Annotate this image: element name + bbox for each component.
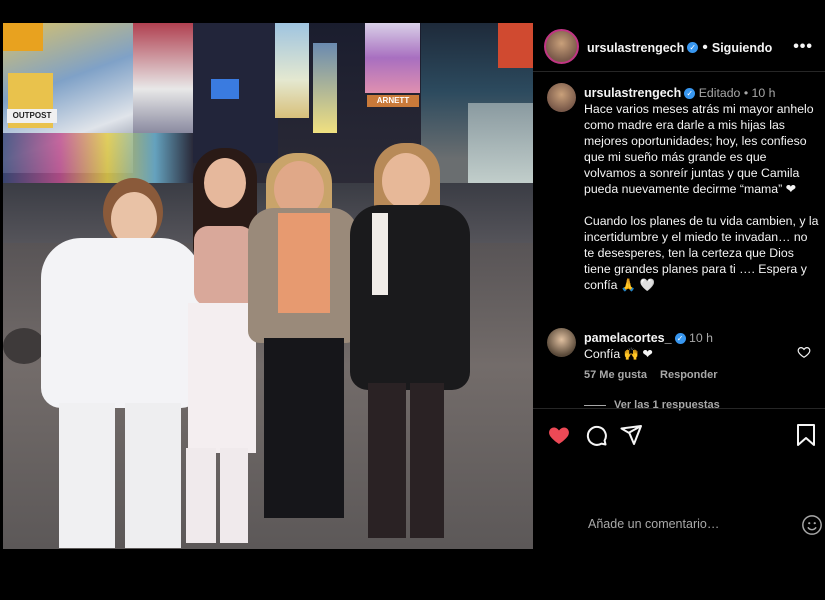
caption-time[interactable]: 10 h	[752, 86, 776, 100]
verified-icon: ✓	[684, 88, 696, 100]
person-black-coat	[350, 143, 470, 543]
caption-paragraph-2: Cuando los planes de tu vida cambien, y …	[584, 214, 819, 292]
billboard-right-top	[365, 23, 420, 93]
reply-button[interactable]: Responder	[660, 369, 717, 381]
billboard-mid	[275, 23, 309, 118]
more-options-icon[interactable]: •••	[793, 38, 813, 56]
billboard-far-right	[498, 23, 533, 68]
post-header: ursulastrengech ✓ • Siguiendo •••	[533, 23, 825, 72]
person-fur-coat	[248, 153, 358, 523]
billboard-mid2	[313, 43, 337, 133]
sign-marquee: ARNETT	[367, 95, 419, 107]
comment-author[interactable]: pamelacortes_	[584, 331, 672, 345]
emoji-icon[interactable]	[801, 514, 823, 536]
person-white-jacket	[41, 178, 201, 549]
comment-icon[interactable]	[584, 423, 608, 447]
comment-text: Confía 🙌 ❤	[584, 347, 653, 361]
post-caption: ursulastrengech ✓ Editado • 10 h Hace var…	[584, 86, 819, 292]
share-icon[interactable]	[619, 423, 643, 447]
sign-outpost: OUTPOST	[7, 109, 57, 123]
storefront-lights	[3, 133, 193, 183]
caption-edited: Editado	[698, 86, 741, 100]
heart-filled-icon[interactable]	[547, 423, 571, 447]
comment-meta: 57 Me gusta Responder	[584, 369, 718, 381]
caption-avatar[interactable]	[547, 83, 576, 112]
comment-likes[interactable]: 57 Me gusta	[584, 369, 647, 381]
post-photo[interactable]: OUTPOST ARNETT	[3, 23, 533, 549]
billboard-center	[133, 23, 193, 133]
billboard-blue	[211, 79, 239, 99]
comment-avatar[interactable]	[547, 328, 576, 357]
separator-dot: •	[702, 39, 708, 56]
storefront-right	[468, 103, 533, 193]
caption-author[interactable]: ursulastrengech	[584, 86, 681, 100]
author-avatar[interactable]	[544, 29, 579, 64]
caption-paragraph-1: Hace varios meses atrás mi mayor anhelo …	[584, 102, 814, 196]
author-username[interactable]: ursulastrengech	[587, 41, 684, 55]
add-comment-bar[interactable]: Añade un comentario…	[583, 500, 823, 548]
comment-item: pamelacortes_ ✓ 10 h Confía 🙌 ❤	[584, 330, 820, 362]
billboard-top-left	[3, 23, 43, 51]
add-comment-input[interactable]: Añade un comentario…	[588, 517, 719, 531]
comment-time[interactable]: 10 h	[689, 331, 713, 345]
heart-outline-icon[interactable]	[797, 345, 811, 359]
bookmark-icon[interactable]	[795, 423, 817, 447]
following-button[interactable]: Siguiendo	[712, 41, 772, 55]
manhole	[3, 328, 45, 364]
verified-icon: ✓	[687, 42, 699, 54]
action-bar	[533, 408, 825, 461]
verified-icon: ✓	[674, 333, 686, 345]
post-sidebar: ursulastrengech ✓ • Siguiendo ••• ursulastr…	[533, 23, 825, 549]
